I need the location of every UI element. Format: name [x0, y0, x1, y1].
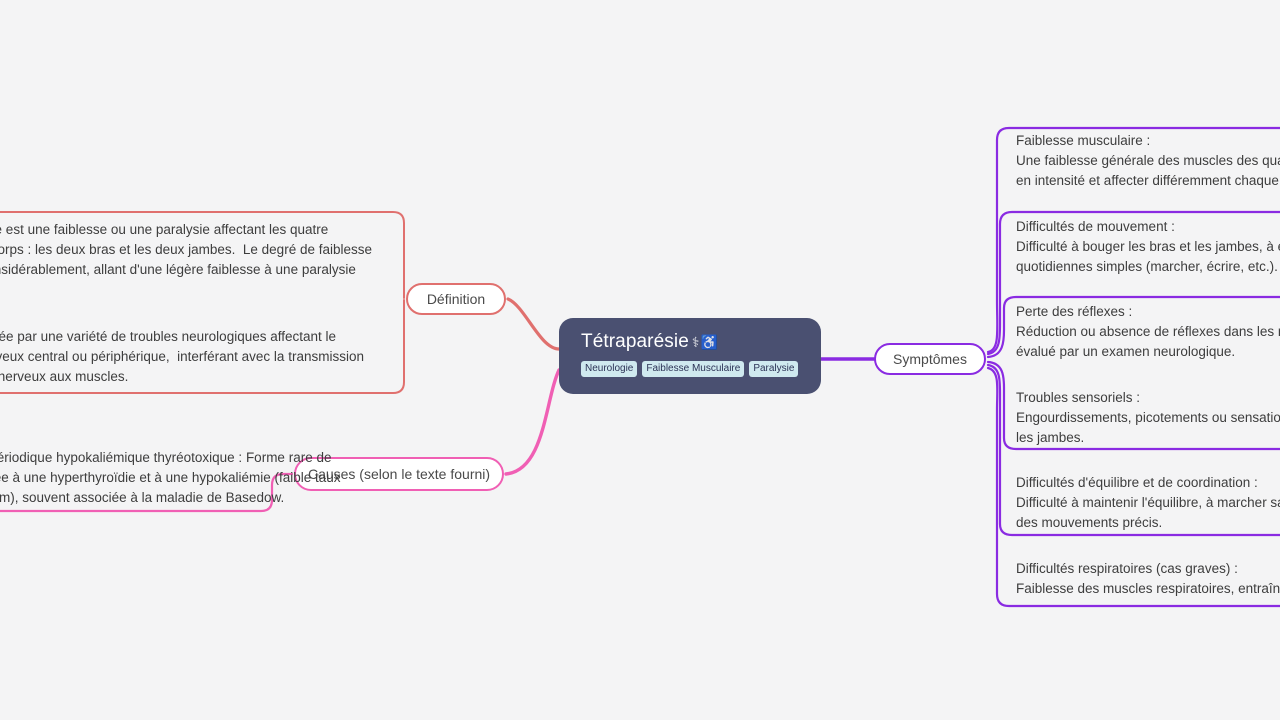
central-node-title-text: Tétraparésie	[581, 331, 689, 352]
definition-item-2-text: Elle est causée par une variété de troub…	[0, 329, 364, 384]
symptome-item-5-text: Difficultés d'équilibre et de coordinati…	[1016, 475, 1280, 530]
symptome-item-1-text: Faiblesse musculaire : Une faiblesse gén…	[1016, 133, 1280, 188]
medical-wheelchair-icon: ⚕♿	[691, 334, 719, 350]
connector-central-definition	[506, 297, 561, 351]
symptome-item-6-text: Difficultés respiratoires (cas graves) :…	[1016, 561, 1280, 596]
causes-item-1-text: Paralysie périodique hypokaliémique thyr…	[0, 450, 341, 505]
symptome-item-4-text: Troubles sensoriels : Engourdissements, …	[1016, 390, 1280, 445]
symptome-item-2-text: Difficultés de mouvement : Difficulté à …	[1016, 219, 1280, 274]
branch-label-definition: Définition	[426, 291, 486, 307]
central-node[interactable]: Tétraparésie ⚕♿ Neurologie Faiblesse Musc…	[559, 318, 821, 394]
central-node-title: Tétraparésie ⚕♿	[581, 330, 801, 354]
branch-label-symptomes: Symptômes	[893, 351, 967, 367]
definition-item-1-text: La tétraparésie est une faiblesse ou une…	[0, 222, 372, 277]
symptome-item-3-text: Perte des réflexes : Réduction ou absenc…	[1016, 304, 1280, 359]
central-node-tags: Neurologie Faiblesse Musculaire Paralysi…	[581, 361, 801, 377]
tag-paralysie[interactable]: Paralysie	[749, 361, 799, 377]
tag-neurologie[interactable]: Neurologie	[581, 361, 638, 377]
tag-faiblesse-musculaire[interactable]: Faiblesse Musculaire	[642, 361, 745, 377]
branch-node-symptomes[interactable]: Symptômes	[874, 343, 986, 375]
mindmap-canvas[interactable]: Tétraparésie ⚕♿ Neurologie Faiblesse Musc…	[0, 0, 1280, 720]
branch-node-definition[interactable]: Définition	[406, 283, 506, 315]
connector-central-causes	[504, 368, 561, 476]
